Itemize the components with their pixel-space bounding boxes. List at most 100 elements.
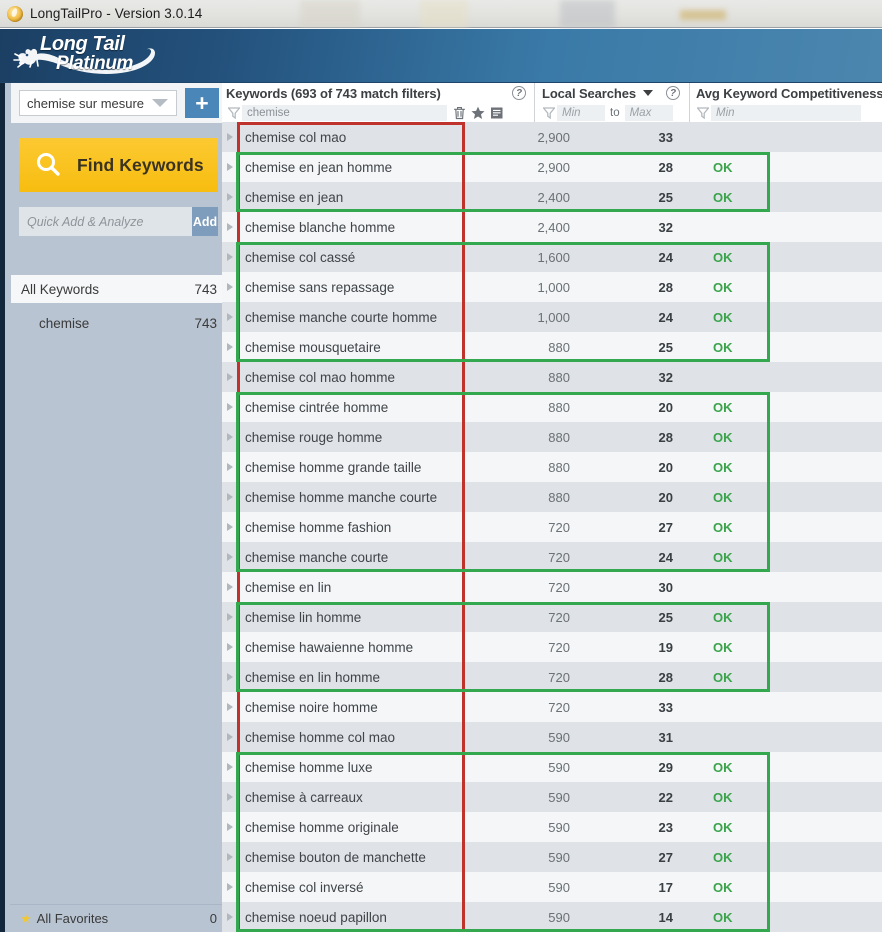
table-row[interactable]: chemise noeud papillon 590 14 OK — [222, 902, 882, 932]
table-row[interactable]: chemise hawaienne homme 720 19 OK — [222, 632, 882, 662]
cell-avg-keyword-competitiveness: 23 — [658, 819, 673, 835]
cell-local-searches: 720 — [548, 669, 570, 685]
table-row[interactable]: chemise cintrée homme 880 20 OK — [222, 392, 882, 422]
cell-avg-keyword-competitiveness: 28 — [658, 159, 673, 175]
expand-row-icon[interactable] — [222, 313, 237, 321]
quick-add-input[interactable] — [19, 207, 192, 236]
table-row[interactable]: chemise homme fashion 720 27 OK — [222, 512, 882, 542]
table-row[interactable]: chemise sans repassage 1,000 28 OK — [222, 272, 882, 302]
trash-icon[interactable] — [453, 106, 466, 120]
local-searches-max-input[interactable] — [624, 104, 673, 121]
table-row[interactable]: chemise manche courte homme 1,000 24 OK — [222, 302, 882, 332]
table-row[interactable]: chemise en jean homme 2,900 28 OK — [222, 152, 882, 182]
table-row[interactable]: chemise mousquetaire 880 25 OK — [222, 332, 882, 362]
all-favorites-label: All Favorites — [36, 911, 109, 926]
expand-row-icon[interactable] — [222, 733, 237, 741]
expand-row-icon[interactable] — [222, 343, 237, 351]
expand-row-icon[interactable] — [222, 793, 237, 801]
akc-min-input[interactable] — [711, 104, 861, 121]
table-row[interactable]: chemise homme originale 590 23 OK — [222, 812, 882, 842]
cell-local-searches: 590 — [548, 789, 570, 805]
cell-keyword: chemise col cassé — [245, 249, 356, 265]
expand-row-icon[interactable] — [222, 523, 237, 531]
table-row[interactable]: chemise en lin 720 30 — [222, 572, 882, 602]
notes-icon[interactable] — [490, 106, 504, 120]
expand-row-icon[interactable] — [222, 553, 237, 561]
expand-row-icon[interactable] — [222, 433, 237, 441]
local-searches-help-icon[interactable]: ? — [666, 86, 680, 100]
cell-local-searches: 590 — [548, 879, 570, 895]
keyword-group-count: 743 — [194, 315, 217, 331]
table-row[interactable]: chemise col mao homme 880 32 — [222, 362, 882, 392]
expand-row-icon[interactable] — [222, 913, 237, 921]
table-row[interactable]: chemise blanche homme 2,400 32 — [222, 212, 882, 242]
expand-row-icon[interactable] — [222, 673, 237, 681]
table-row[interactable]: chemise bouton de manchette 590 27 OK — [222, 842, 882, 872]
expand-row-icon[interactable] — [222, 883, 237, 891]
star-icon[interactable] — [471, 106, 485, 120]
table-row[interactable]: chemise col cassé 1,600 24 OK — [222, 242, 882, 272]
sidebar-item-all-keywords[interactable]: All Keywords 743 — [11, 275, 227, 303]
table-row[interactable]: chemise lin homme 720 25 OK — [222, 602, 882, 632]
column-header-avg-keyword-competitiveness[interactable]: Avg Keyword Competitiveness — [696, 84, 882, 103]
expand-row-icon[interactable] — [222, 763, 237, 771]
cell-status: OK — [713, 669, 733, 685]
table-row[interactable]: chemise homme grande taille 880 20 OK — [222, 452, 882, 482]
table-row[interactable]: chemise homme luxe 590 29 OK — [222, 752, 882, 782]
column-header-keywords[interactable]: Keywords (693 of 743 match filters) — [226, 84, 526, 103]
expand-row-icon[interactable] — [222, 163, 237, 171]
expand-row-icon[interactable] — [222, 373, 237, 381]
expand-row-icon[interactable] — [222, 193, 237, 201]
cell-status: OK — [713, 879, 733, 895]
search-icon — [19, 150, 77, 180]
cell-local-searches: 880 — [548, 339, 570, 355]
table-row[interactable]: chemise en jean 2,400 25 OK — [222, 182, 882, 212]
expand-row-icon[interactable] — [222, 493, 237, 501]
expand-row-icon[interactable] — [222, 463, 237, 471]
expand-row-icon[interactable] — [222, 853, 237, 861]
expand-row-icon[interactable] — [222, 613, 237, 621]
find-keywords-button[interactable]: Find Keywords — [19, 138, 218, 192]
star-icon: ★ — [20, 910, 32, 926]
sidebar-item-keyword-group[interactable]: chemise 743 — [11, 310, 227, 336]
cell-status: OK — [713, 429, 733, 445]
table-row[interactable]: chemise à carreaux 590 22 OK — [222, 782, 882, 812]
sort-descending-icon[interactable] — [643, 90, 653, 96]
cell-avg-keyword-competitiveness: 25 — [658, 189, 673, 205]
expand-row-icon[interactable] — [222, 703, 237, 711]
table-row[interactable]: chemise noire homme 720 33 — [222, 692, 882, 722]
table-row[interactable]: chemise rouge homme 880 28 OK — [222, 422, 882, 452]
keywords-filter-row — [225, 103, 531, 122]
project-select[interactable]: chemise sur mesure — [19, 90, 177, 116]
expand-row-icon[interactable] — [222, 223, 237, 231]
table-row[interactable]: chemise homme manche courte 880 20 OK — [222, 482, 882, 512]
expand-row-icon[interactable] — [222, 253, 237, 261]
expand-row-icon[interactable] — [222, 823, 237, 831]
sidebar-item-all-favorites[interactable]: ★ All Favorites 0 — [10, 904, 227, 932]
keywords-filter-input[interactable] — [242, 104, 447, 121]
table-row[interactable]: chemise col mao 2,900 33 — [222, 122, 882, 152]
filter-funnel-icon[interactable] — [225, 103, 242, 122]
expand-row-icon[interactable] — [222, 643, 237, 651]
local-searches-min-input[interactable] — [557, 104, 605, 121]
all-favorites-count: 0 — [209, 911, 217, 926]
add-project-button[interactable]: + — [185, 88, 219, 118]
table-row[interactable]: chemise homme col mao 590 31 — [222, 722, 882, 752]
cell-status: OK — [713, 159, 733, 175]
all-keywords-count: 743 — [194, 281, 217, 297]
quick-add-button[interactable]: Add — [192, 207, 218, 236]
filter-funnel-icon[interactable] — [540, 103, 557, 122]
find-keywords-label: Find Keywords — [77, 154, 204, 175]
expand-row-icon[interactable] — [222, 583, 237, 591]
table-row[interactable]: chemise manche courte 720 24 OK — [222, 542, 882, 572]
window-title-bar: LongTailPro - Version 3.0.14 — [0, 0, 882, 28]
table-row[interactable]: chemise en lin homme 720 28 OK — [222, 662, 882, 692]
filter-funnel-icon[interactable] — [694, 103, 711, 122]
expand-row-icon[interactable] — [222, 133, 237, 141]
desktop-blur-c — [560, 0, 615, 28]
table-row[interactable]: chemise col inversé 590 17 OK — [222, 872, 882, 902]
expand-row-icon[interactable] — [222, 403, 237, 411]
expand-row-icon[interactable] — [222, 283, 237, 291]
keywords-help-icon[interactable]: ? — [512, 86, 526, 100]
cell-keyword: chemise col mao homme — [245, 369, 396, 385]
